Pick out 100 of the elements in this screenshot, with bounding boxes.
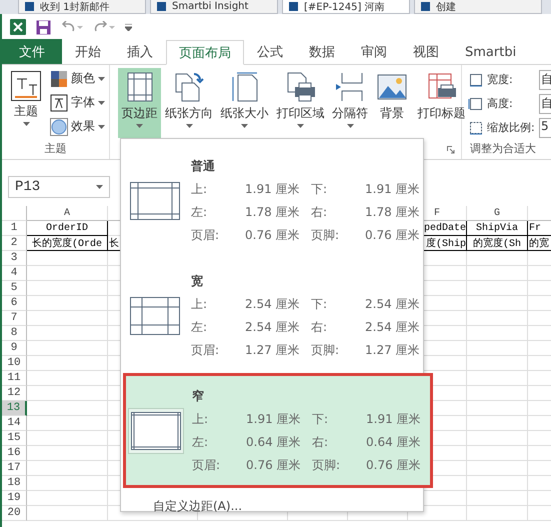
field-label: 宽度:	[487, 72, 513, 87]
ribbon-tab[interactable]: 页面布局	[166, 40, 244, 65]
margin-value: 2.54 厘米	[245, 318, 301, 336]
row-header[interactable]: 14	[2, 416, 27, 431]
margin-value: 1.91 厘米	[246, 410, 302, 428]
page-setup-button[interactable]: 背景	[373, 68, 411, 138]
column-header[interactable]: A	[27, 206, 108, 221]
tab-logo-icon	[25, 2, 34, 11]
printer-icon	[284, 71, 316, 103]
name-box[interactable]: P13	[8, 176, 110, 198]
browser-tab[interactable]: [#EP-1245] 河南	[282, 0, 410, 14]
dropdown-caret-icon	[96, 185, 103, 189]
margin-label: 页脚:	[311, 226, 340, 244]
margin-value: 2.54 厘米	[245, 296, 301, 312]
preset-name: 窄	[192, 388, 205, 404]
margin-value: 1.91 厘米	[245, 180, 301, 198]
scale-field[interactable]: 5	[539, 118, 551, 138]
page-setup-button[interactable]: 分隔符	[329, 68, 371, 138]
table-cell: Fr	[528, 221, 551, 236]
row-header[interactable]: 15	[2, 431, 27, 446]
column-header[interactable]: G	[467, 206, 528, 221]
row-header[interactable]: 20	[2, 506, 27, 521]
custom-margins-link[interactable]: 自定义边距(A)...	[153, 499, 242, 513]
row-header[interactable]: 12	[2, 386, 27, 401]
scale-icon	[468, 72, 484, 86]
row-header[interactable]: 9	[2, 341, 27, 356]
table-cell: 长的宽度(Orde	[27, 236, 108, 251]
redo-icon[interactable]	[93, 21, 115, 33]
caret-icon	[241, 124, 248, 128]
row-header[interactable]: 4	[2, 266, 27, 281]
orientation-icon	[173, 71, 205, 103]
page-setup-button[interactable]: 打印区域	[274, 68, 327, 138]
row-header[interactable]: 3	[2, 251, 27, 266]
page-margins-icon	[130, 182, 180, 220]
margin-value: 1.27 厘米	[245, 342, 301, 358]
group-label: 调整为合适大	[469, 141, 537, 157]
margin-label: 下:	[311, 296, 328, 312]
caret-icon	[186, 124, 192, 128]
page-setup-button[interactable]: 纸张大小	[217, 68, 272, 138]
browser-tab[interactable]: 收到 1封新邮件	[18, 0, 146, 14]
page-setup-button[interactable]: 纸张方向	[163, 68, 215, 138]
row-header[interactable]: 1	[2, 221, 27, 236]
row-header[interactable]: 11	[2, 371, 27, 386]
caret-icon	[98, 100, 105, 104]
caret-icon	[136, 124, 143, 128]
theme-icon	[11, 71, 41, 101]
caret-icon	[98, 124, 105, 128]
field-label: 高度:	[487, 96, 513, 111]
theme-option-button[interactable]: 效果	[50, 116, 105, 137]
browser-tab[interactable]: 创建	[414, 0, 542, 14]
themes-button[interactable]: 主题	[4, 68, 48, 138]
scale-field[interactable]: 自	[539, 70, 551, 90]
row-header[interactable]: 6	[2, 296, 27, 311]
scale-field[interactable]: 自	[539, 94, 551, 114]
row-header[interactable]: 7	[2, 311, 27, 326]
browser-tab[interactable]: Smartbi Insight	[150, 0, 278, 14]
caret-icon	[98, 76, 105, 80]
tab-title: [#EP-1245] 河南	[304, 0, 385, 14]
dialog-launcher-icon[interactable]	[447, 146, 455, 154]
margin-value: 1.91 厘米	[365, 180, 421, 198]
table-cell: 的宽	[528, 236, 551, 251]
row-header[interactable]: 5	[2, 281, 27, 296]
margin-label: 上:	[192, 410, 210, 428]
row-header[interactable]: 16	[2, 446, 27, 461]
margin-value: 0.64 厘米	[366, 434, 422, 450]
customize-toolbar-icon[interactable]	[125, 24, 132, 30]
theme-option-button[interactable]: 字体	[50, 92, 105, 113]
save-icon[interactable]	[36, 20, 51, 34]
select-all-corner[interactable]	[2, 206, 27, 221]
page-setup-button[interactable]: 页边距	[118, 68, 161, 138]
row-header[interactable]: 13	[2, 401, 27, 416]
table-cell: OrderID	[27, 221, 108, 236]
row-header[interactable]: 10	[2, 356, 27, 371]
tab-title: 创建	[436, 0, 456, 14]
margin-label: 页脚:	[312, 456, 342, 474]
ribbon-tab[interactable]: 文件	[2, 39, 62, 64]
row-header[interactable]: 18	[2, 476, 27, 491]
table-cell: 的宽度(Sh	[467, 236, 528, 251]
row-header[interactable]: 8	[2, 326, 27, 341]
page-setup-button[interactable]: 打印标题	[413, 68, 470, 138]
undo-icon[interactable]	[61, 21, 83, 33]
margin-label: 上:	[191, 180, 208, 198]
row-header[interactable]: 2	[2, 236, 27, 251]
table-cell: ShipVia	[467, 221, 528, 236]
margin-value: 0.64 厘米	[246, 434, 302, 450]
margin-label: 页眉:	[191, 342, 220, 358]
margin-preset-item[interactable]: 窄 上: 1.91 厘米 下: 1.91 厘米 左: 0.64 厘米 右: 0.64 厘米 页眉: 0.76 厘米 页脚: 0.76 厘米	[123, 373, 433, 488]
margin-value: 0.76 厘米	[246, 456, 302, 474]
font-icon	[50, 94, 68, 112]
margin-label: 上:	[191, 296, 208, 312]
margin-value: 2.54 厘米	[365, 296, 421, 312]
margin-label: 左:	[191, 318, 208, 336]
row-header[interactable]: 19	[2, 491, 27, 506]
margin-value: 1.27 厘米	[365, 342, 421, 358]
row-header[interactable]: 17	[2, 461, 27, 476]
theme-option-button[interactable]: 颜色	[50, 68, 105, 89]
page-margins-icon	[130, 296, 180, 334]
margin-value: 0.76 厘米	[245, 226, 301, 244]
margin-label: 右:	[312, 434, 330, 450]
margin-value: 1.78 厘米	[245, 204, 301, 220]
